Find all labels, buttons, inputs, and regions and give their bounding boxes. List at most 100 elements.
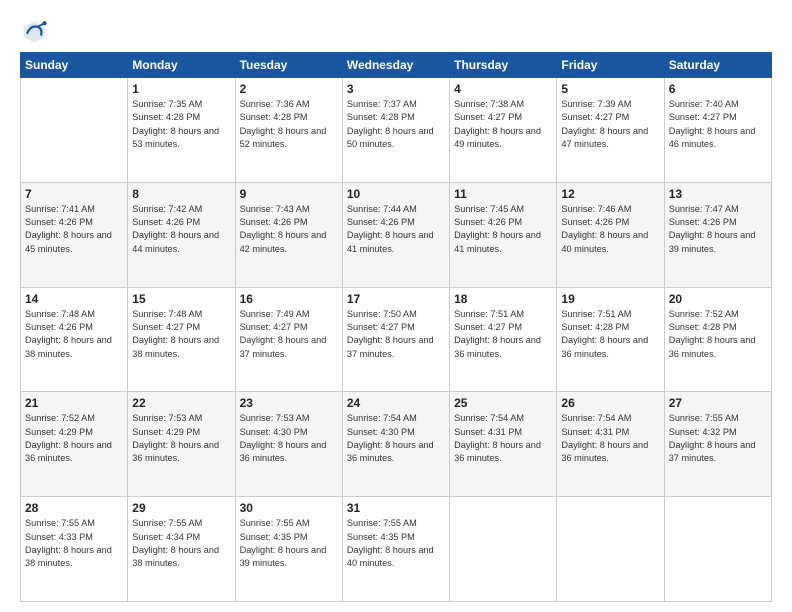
day-info: Sunrise: 7:52 AM Sunset: 4:28 PM Dayligh…	[669, 308, 767, 361]
calendar-week-row: 7Sunrise: 7:41 AM Sunset: 4:26 PM Daylig…	[21, 182, 772, 287]
calendar-cell: 31Sunrise: 7:55 AM Sunset: 4:35 PM Dayli…	[342, 497, 449, 602]
calendar-cell: 4 Sunrise: 7:38 AM Sunset: 4:27 PM Daylig…	[450, 78, 557, 183]
day-info: Sunrise: 7:55 AM Sunset: 4:35 PM Dayligh…	[347, 517, 445, 570]
day-info: Sunrise: 7:55 AM Sunset: 4:33 PM Dayligh…	[25, 517, 123, 570]
calendar-cell: 21 Sunrise: 7:52 AM Sunset: 4:29 PM Dayli…	[21, 392, 128, 497]
day-number: 13	[669, 187, 767, 201]
day-info: Sunrise: 7:40 AM Sunset: 4:27 PM Dayligh…	[669, 98, 767, 151]
calendar-cell: 17 Sunrise: 7:50 AM Sunset: 4:27 PM Dayli…	[342, 287, 449, 392]
day-info: Sunrise: 7:37 AM Sunset: 4:28 PM Dayligh…	[347, 98, 445, 151]
day-number: 28	[25, 501, 123, 515]
day-number: 29	[132, 501, 230, 515]
calendar-cell: 13 Sunrise: 7:47 AM Sunset: 4:26 PM Dayli…	[664, 182, 771, 287]
calendar-cell: 7Sunrise: 7:41 AM Sunset: 4:26 PM Daylig…	[21, 182, 128, 287]
calendar-cell: 1 Sunrise: 7:35 AM Sunset: 4:28 PM Daylig…	[128, 78, 235, 183]
day-info: Sunrise: 7:36 AM Sunset: 4:28 PM Dayligh…	[240, 98, 338, 151]
day-number: 27	[669, 396, 767, 410]
calendar-cell: 9 Sunrise: 7:43 AM Sunset: 4:26 PM Daylig…	[235, 182, 342, 287]
day-number: 5	[561, 82, 659, 96]
day-number: 20	[669, 292, 767, 306]
calendar-cell: 6 Sunrise: 7:40 AM Sunset: 4:27 PM Daylig…	[664, 78, 771, 183]
day-info: Sunrise: 7:51 AM Sunset: 4:27 PM Dayligh…	[454, 308, 552, 361]
day-number: 30	[240, 501, 338, 515]
days-of-week-row: SundayMondayTuesdayWednesdayThursdayFrid…	[21, 53, 772, 78]
calendar-cell: 12Sunrise: 7:46 AM Sunset: 4:26 PM Dayli…	[557, 182, 664, 287]
day-info: Sunrise: 7:43 AM Sunset: 4:26 PM Dayligh…	[240, 203, 338, 256]
logo-icon	[20, 18, 48, 46]
day-number: 11	[454, 187, 552, 201]
calendar-cell: 27 Sunrise: 7:55 AM Sunset: 4:32 PM Dayli…	[664, 392, 771, 497]
day-info: Sunrise: 7:45 AM Sunset: 4:26 PM Dayligh…	[454, 203, 552, 256]
day-info: Sunrise: 7:54 AM Sunset: 4:31 PM Dayligh…	[454, 412, 552, 465]
day-number: 9	[240, 187, 338, 201]
day-of-week-header: Wednesday	[342, 53, 449, 78]
calendar-cell: 10Sunrise: 7:44 AM Sunset: 4:26 PM Dayli…	[342, 182, 449, 287]
day-number: 18	[454, 292, 552, 306]
page: SundayMondayTuesdayWednesdayThursdayFrid…	[0, 0, 792, 612]
day-number: 17	[347, 292, 445, 306]
calendar-cell: 11 Sunrise: 7:45 AM Sunset: 4:26 PM Dayli…	[450, 182, 557, 287]
calendar-week-row: 14 Sunrise: 7:48 AM Sunset: 4:26 PM Dayli…	[21, 287, 772, 392]
calendar-week-row: 21 Sunrise: 7:52 AM Sunset: 4:29 PM Dayli…	[21, 392, 772, 497]
calendar-cell	[21, 78, 128, 183]
calendar-cell: 28 Sunrise: 7:55 AM Sunset: 4:33 PM Dayli…	[21, 497, 128, 602]
day-of-week-header: Friday	[557, 53, 664, 78]
day-info: Sunrise: 7:54 AM Sunset: 4:31 PM Dayligh…	[561, 412, 659, 465]
day-info: Sunrise: 7:51 AM Sunset: 4:28 PM Dayligh…	[561, 308, 659, 361]
calendar-cell: 22 Sunrise: 7:53 AM Sunset: 4:29 PM Dayli…	[128, 392, 235, 497]
calendar: SundayMondayTuesdayWednesdayThursdayFrid…	[20, 52, 772, 602]
day-info: Sunrise: 7:55 AM Sunset: 4:35 PM Dayligh…	[240, 517, 338, 570]
header	[20, 18, 772, 46]
calendar-body: 1 Sunrise: 7:35 AM Sunset: 4:28 PM Daylig…	[21, 78, 772, 602]
day-number: 25	[454, 396, 552, 410]
day-info: Sunrise: 7:48 AM Sunset: 4:27 PM Dayligh…	[132, 308, 230, 361]
day-number: 2	[240, 82, 338, 96]
calendar-cell: 8 Sunrise: 7:42 AM Sunset: 4:26 PM Daylig…	[128, 182, 235, 287]
calendar-cell: 5 Sunrise: 7:39 AM Sunset: 4:27 PM Daylig…	[557, 78, 664, 183]
day-of-week-header: Tuesday	[235, 53, 342, 78]
day-number: 26	[561, 396, 659, 410]
day-number: 16	[240, 292, 338, 306]
day-number: 15	[132, 292, 230, 306]
day-number: 19	[561, 292, 659, 306]
day-number: 22	[132, 396, 230, 410]
calendar-cell: 25 Sunrise: 7:54 AM Sunset: 4:31 PM Dayli…	[450, 392, 557, 497]
day-number: 6	[669, 82, 767, 96]
calendar-cell: 20 Sunrise: 7:52 AM Sunset: 4:28 PM Dayli…	[664, 287, 771, 392]
calendar-cell: 29 Sunrise: 7:55 AM Sunset: 4:34 PM Dayli…	[128, 497, 235, 602]
day-info: Sunrise: 7:55 AM Sunset: 4:34 PM Dayligh…	[132, 517, 230, 570]
day-info: Sunrise: 7:53 AM Sunset: 4:29 PM Dayligh…	[132, 412, 230, 465]
calendar-cell	[450, 497, 557, 602]
day-of-week-header: Saturday	[664, 53, 771, 78]
day-info: Sunrise: 7:52 AM Sunset: 4:29 PM Dayligh…	[25, 412, 123, 465]
day-number: 24	[347, 396, 445, 410]
day-number: 7	[25, 187, 123, 201]
day-number: 14	[25, 292, 123, 306]
day-info: Sunrise: 7:48 AM Sunset: 4:26 PM Dayligh…	[25, 308, 123, 361]
day-info: Sunrise: 7:53 AM Sunset: 4:30 PM Dayligh…	[240, 412, 338, 465]
day-info: Sunrise: 7:50 AM Sunset: 4:27 PM Dayligh…	[347, 308, 445, 361]
calendar-cell: 18 Sunrise: 7:51 AM Sunset: 4:27 PM Dayli…	[450, 287, 557, 392]
day-number: 1	[132, 82, 230, 96]
calendar-cell: 15 Sunrise: 7:48 AM Sunset: 4:27 PM Dayli…	[128, 287, 235, 392]
day-info: Sunrise: 7:35 AM Sunset: 4:28 PM Dayligh…	[132, 98, 230, 151]
day-of-week-header: Sunday	[21, 53, 128, 78]
day-info: Sunrise: 7:38 AM Sunset: 4:27 PM Dayligh…	[454, 98, 552, 151]
day-of-week-header: Monday	[128, 53, 235, 78]
day-info: Sunrise: 7:55 AM Sunset: 4:32 PM Dayligh…	[669, 412, 767, 465]
calendar-week-row: 28 Sunrise: 7:55 AM Sunset: 4:33 PM Dayli…	[21, 497, 772, 602]
day-info: Sunrise: 7:39 AM Sunset: 4:27 PM Dayligh…	[561, 98, 659, 151]
calendar-cell: 16Sunrise: 7:49 AM Sunset: 4:27 PM Dayli…	[235, 287, 342, 392]
day-number: 23	[240, 396, 338, 410]
day-info: Sunrise: 7:46 AM Sunset: 4:26 PM Dayligh…	[561, 203, 659, 256]
day-number: 4	[454, 82, 552, 96]
day-info: Sunrise: 7:44 AM Sunset: 4:26 PM Dayligh…	[347, 203, 445, 256]
day-of-week-header: Thursday	[450, 53, 557, 78]
calendar-cell: 26 Sunrise: 7:54 AM Sunset: 4:31 PM Dayli…	[557, 392, 664, 497]
day-info: Sunrise: 7:42 AM Sunset: 4:26 PM Dayligh…	[132, 203, 230, 256]
calendar-cell	[557, 497, 664, 602]
calendar-cell: 19 Sunrise: 7:51 AM Sunset: 4:28 PM Dayli…	[557, 287, 664, 392]
day-number: 8	[132, 187, 230, 201]
day-number: 21	[25, 396, 123, 410]
day-info: Sunrise: 7:47 AM Sunset: 4:26 PM Dayligh…	[669, 203, 767, 256]
